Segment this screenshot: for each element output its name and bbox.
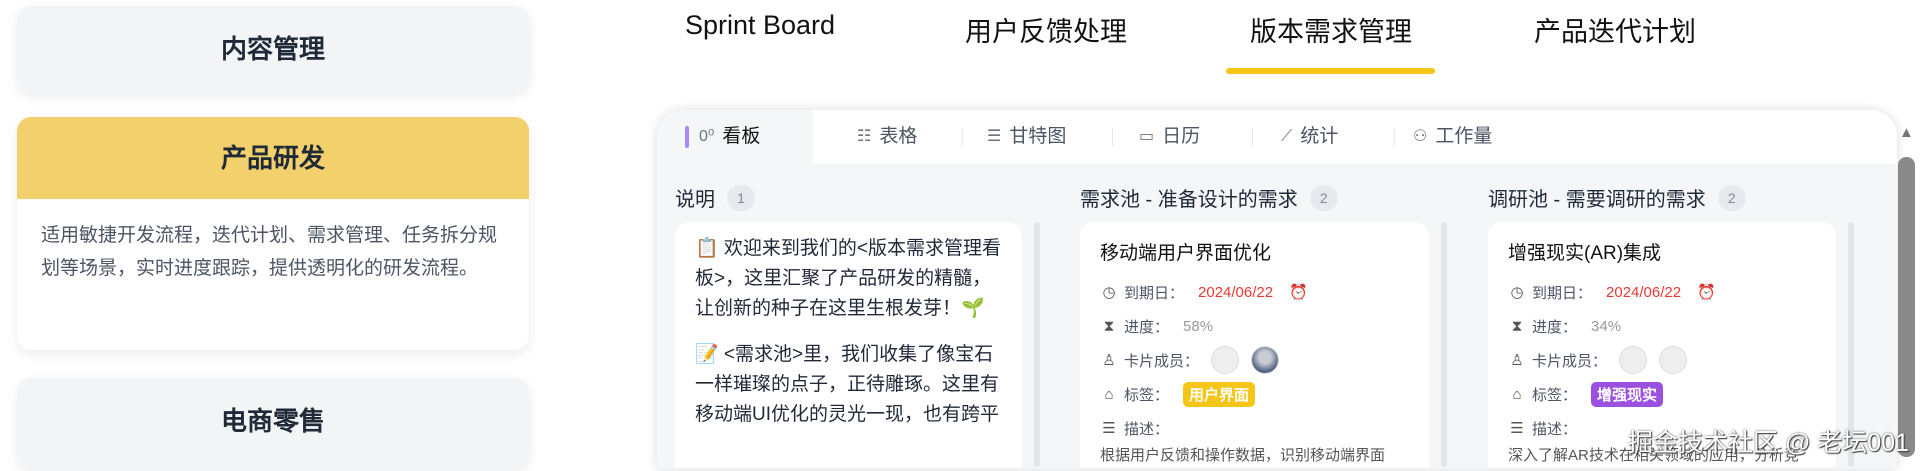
progress-row: ⧗ 进度： 34% — [1508, 309, 1816, 343]
tag-badge: 增强现实 — [1591, 381, 1664, 407]
clock-icon: ◷ — [1510, 284, 1524, 301]
view-label: 工作量 — [1435, 126, 1493, 147]
view-label: 日历 — [1162, 126, 1201, 147]
workload-icon: ⚇ — [1413, 128, 1428, 145]
user-icon: ♙ — [1510, 352, 1524, 369]
progress-value: 58% — [1183, 317, 1214, 335]
view-label: 统计 — [1300, 126, 1339, 147]
due-row: ◷ 到期日： 2024/06/22 ⏰ — [1100, 275, 1409, 309]
clock-icon: ◷ — [1102, 284, 1116, 301]
desc-row: ☰ 描述： — [1100, 411, 1409, 445]
view-label: 看板 — [722, 126, 761, 147]
field-label: 描述： — [1124, 420, 1170, 438]
avatar[interactable] — [1659, 346, 1688, 374]
view-tab-calendar[interactable]: ▭ 日历 — [1139, 110, 1200, 164]
text-icon: ☰ — [1102, 420, 1116, 437]
card-title: 增强现实(AR)集成 — [1508, 243, 1662, 264]
divider — [1112, 128, 1113, 146]
tag-icon: ⌂ — [1512, 385, 1522, 403]
due-date: 2024/06/22 — [1198, 283, 1274, 301]
tags-row: ⌂ 标签： 增强现实 — [1508, 377, 1816, 411]
tab-version-requirements[interactable]: 版本需求管理 — [1250, 10, 1412, 49]
tag-icon: ⌂ — [1104, 385, 1114, 403]
card-title: 内容管理 — [220, 34, 325, 64]
view-label: 甘特图 — [1009, 126, 1067, 147]
column-title: 调研池 - 需要调研的需求 — [1488, 189, 1706, 211]
progress-row: ⧗ 进度： 58% — [1100, 309, 1409, 343]
members-row: ♙ 卡片成员： — [1508, 343, 1816, 377]
due-row: ◷ 到期日： 2024/06/22 ⏰ — [1508, 275, 1816, 309]
due-date: 2024/06/22 — [1606, 283, 1682, 301]
column-header-notes: 说明 1 — [675, 183, 755, 212]
avatar[interactable] — [1619, 346, 1648, 374]
tab-user-feedback[interactable]: 用户反馈处理 — [965, 10, 1127, 49]
column-header-research: 调研池 - 需要调研的需求 2 — [1488, 183, 1746, 212]
column-title: 说明 — [675, 189, 715, 211]
divider — [1394, 128, 1395, 146]
field-label: 进度： — [1124, 318, 1170, 336]
column-count: 1 — [727, 184, 755, 211]
sidebar-card-content-management[interactable]: 内容管理 — [17, 6, 529, 92]
view-toolbar: 0⁰ 看板 ☷ 表格 ☰ 甘特图 ▭ 日历 ⟋ 统计 ⚇ 工作量 — [657, 110, 1897, 164]
list-icon: ☷ — [857, 128, 872, 145]
view-tab-table[interactable]: ☷ 表格 — [857, 110, 917, 164]
chart-icon: ⟋ — [1281, 128, 1293, 145]
column-count: 2 — [1309, 184, 1338, 211]
tab-product-iteration[interactable]: 产品迭代计划 — [1534, 10, 1696, 49]
avatar[interactable] — [1251, 346, 1280, 374]
avatar[interactable] — [1211, 346, 1240, 374]
column-count: 2 — [1717, 184, 1746, 211]
vertical-scrollbar[interactable] — [1898, 157, 1915, 457]
hourglass-icon: ⧗ — [1511, 317, 1523, 335]
gantt-icon: ☰ — [987, 128, 1002, 145]
divider — [1252, 128, 1253, 146]
calendar-icon: ▭ — [1139, 128, 1155, 145]
view-label: 表格 — [879, 126, 918, 147]
card-title: 移动端用户界面优化 — [1100, 243, 1272, 264]
card-title: 产品研发 — [17, 117, 529, 199]
column-scrollbar[interactable] — [1034, 222, 1040, 467]
alarm-icon: ⏰ — [1697, 284, 1716, 301]
progress-value: 34% — [1591, 317, 1622, 335]
tags-row: ⌂ 标签： 用户界面 — [1100, 377, 1409, 411]
field-label: 标签： — [1124, 386, 1170, 404]
field-label: 到期日： — [1124, 284, 1185, 302]
divider — [962, 128, 963, 146]
field-label: 卡片成员： — [1124, 352, 1200, 370]
column-title: 需求池 - 准备设计的需求 — [1080, 189, 1298, 211]
field-label: 描述： — [1532, 420, 1578, 438]
kanban-icon: 0⁰ — [699, 128, 715, 145]
field-label: 标签： — [1532, 386, 1578, 404]
intro-paragraph: 📋 欢迎来到我们的<版本需求管理看板>，这里汇聚了产品研发的精髓，让创新的种子在… — [695, 238, 1002, 319]
view-tab-kanban[interactable]: 0⁰ 看板 — [657, 110, 813, 164]
tag-badge: 用户界面 — [1183, 381, 1256, 407]
sidebar-card-product-dev[interactable]: 产品研发 适用敏捷开发流程，迭代计划、需求管理、任务拆分规划等场景，实时进度跟踪… — [17, 117, 529, 350]
watermark: 掘金技术社区 @ 老坛001 — [1628, 429, 1909, 457]
view-tab-workload[interactable]: ⚇ 工作量 — [1413, 110, 1492, 164]
field-label: 到期日： — [1532, 284, 1593, 302]
column-scrollbar[interactable] — [1441, 222, 1447, 467]
scroll-up-arrow-icon[interactable]: ▲ — [1899, 124, 1914, 141]
intro-paragraph: 📝 <需求池>里，我们收集了像宝石一样璀璨的点子，正待雕琢。这里有移动端UI优化… — [695, 344, 1000, 425]
view-tab-stats[interactable]: ⟋ 统计 — [1281, 110, 1338, 164]
sidebar-card-ecommerce[interactable]: 电商零售 — [17, 378, 529, 468]
hourglass-icon: ⧗ — [1103, 317, 1115, 335]
user-icon: ♙ — [1102, 352, 1116, 369]
view-tab-gantt[interactable]: ☰ 甘特图 — [987, 110, 1066, 164]
intro-card[interactable]: 📋 欢迎来到我们的<版本需求管理看板>，这里汇聚了产品研发的精髓，让创新的种子在… — [675, 222, 1022, 467]
members-row: ♙ 卡片成员： — [1100, 343, 1409, 377]
card-description: 适用敏捷开发流程，迭代计划、需求管理、任务拆分规划等场景，实时进度跟踪，提供透明… — [41, 225, 498, 279]
requirement-card[interactable]: 移动端用户界面优化 ◷ 到期日： 2024/06/22 ⏰ ⧗ 进度： 58% ♙ 卡片成员… — [1080, 222, 1429, 467]
card-title: 电商零售 — [220, 406, 325, 436]
column-header-backlog: 需求池 - 准备设计的需求 2 — [1080, 183, 1338, 212]
card-description: 根据用户反馈和操作数据，识别移动端界面 — [1100, 447, 1386, 464]
field-label: 进度： — [1532, 318, 1578, 336]
active-tab-indicator — [1226, 68, 1435, 74]
text-icon: ☰ — [1510, 420, 1524, 437]
tab-sprint-board[interactable]: Sprint Board — [685, 10, 835, 41]
board-panel: 0⁰ 看板 ☷ 表格 ☰ 甘特图 ▭ 日历 ⟋ 统计 ⚇ 工作量 说明 1 需求池 - 准备设… — [657, 110, 1897, 469]
alarm-icon: ⏰ — [1289, 284, 1308, 301]
field-label: 卡片成员： — [1532, 352, 1608, 370]
